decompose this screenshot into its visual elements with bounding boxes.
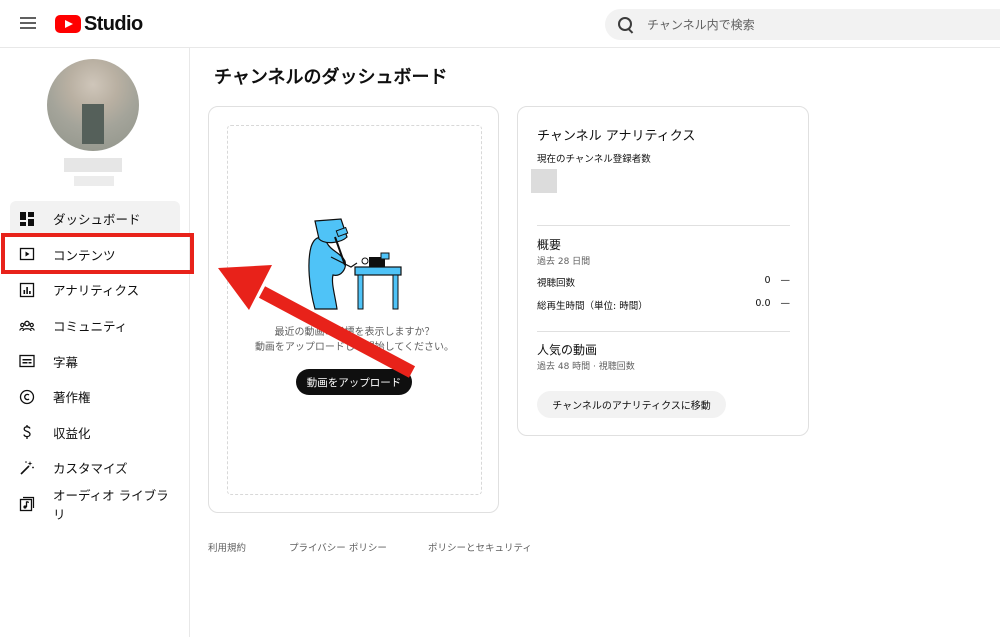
metric-trend: — [780,275,791,286]
dashboard-icon [19,211,35,227]
community-icon [19,318,35,334]
metric-value: 0 [764,275,771,286]
subscribers-label: 現在のチャンネル登録者数 [537,154,651,165]
sidebar-item-dashboard[interactable]: ダッシュボード [10,201,180,237]
copyright-icon [19,389,35,405]
sidebar-item-audio-library[interactable]: オーディオ ライブラリ [10,486,180,522]
top-videos-title: 人気の動画 [537,343,598,357]
divider [537,225,790,226]
upload-message-line2: 動画をアップロードして開始してください。 [254,342,455,353]
channel-avatar[interactable] [47,59,139,151]
metric-trend: — [780,298,791,309]
subscriber-count-blurred [531,169,557,193]
sidebar-item-label: カスタマイズ [53,461,128,477]
upload-video-button[interactable]: 動画をアップロード [296,369,412,395]
subtitles-icon [19,353,35,369]
menu-icon[interactable] [18,14,38,34]
search-input[interactable] [647,17,947,32]
divider [537,331,790,332]
upload-message-line1: 最近の動画の指標を表示しますか？ [274,327,435,338]
sidebar-item-label: オーディオ ライブラリ [53,487,169,522]
channel-handle-blurred [74,176,114,186]
search-bar[interactable] [605,9,1000,40]
go-to-analytics-button[interactable]: チャンネルのアナリティクスに移動 [537,391,726,418]
sidebar-item-monetization[interactable]: 収益化 [10,415,180,451]
channel-name-blurred [64,158,122,172]
footer-link-policy-security[interactable]: ポリシーとセキュリティ [428,540,532,554]
upload-illustration [308,218,402,310]
studio-logo[interactable]: Studio [55,12,143,36]
logo-text: Studio [84,12,143,35]
metric-value: 0.0 [755,298,771,309]
highlight-box-content [1,233,194,274]
sidebar-item-community[interactable]: コミュニティ [10,308,180,344]
sidebar-item-label: アナリティクス [53,283,140,299]
sidebar-item-analytics[interactable]: アナリティクス [10,272,180,308]
metric-row-views: 視聴回数 0 — [537,275,790,289]
magic-wand-icon [19,460,35,476]
top-bar: Studio [0,0,1000,48]
metric-label: 総再生時間（単位: 時間） [537,301,648,312]
sidebar-item-label: コミュニティ [53,319,128,335]
sidebar-item-label: 字幕 [53,354,79,370]
top-videos-meta: 過去 48 時間 · 視聴回数 [537,362,635,372]
footer-link-privacy[interactable]: プライバシー ポリシー [289,540,387,554]
analytics-title: チャンネル アナリティクス [537,129,696,144]
sidebar-item-label: ダッシュボード [53,212,141,228]
sidebar: ダッシュボード コンテンツ アナリティクス コミュニティ 字幕 著作権 収益化 … [0,48,190,637]
sidebar-item-label: 収益化 [53,425,91,441]
search-icon[interactable] [617,16,635,34]
sidebar-item-customization[interactable]: カスタマイズ [10,450,180,486]
audio-library-icon [19,496,35,512]
page-title: チャンネルのダッシュボード [214,67,448,88]
sidebar-item-label: 著作権 [53,390,91,406]
metric-row-watch-time: 総再生時間（単位: 時間） 0.0 — [537,298,790,312]
sidebar-item-subtitles[interactable]: 字幕 [10,343,180,379]
footer-link-terms[interactable]: 利用規約 [208,540,246,554]
summary-title: 概要 [537,238,562,252]
upload-card: 最近の動画の指標を表示しますか？ 動画をアップロードして開始してください。 動画… [208,106,499,513]
summary-period: 過去 28 日間 [537,257,591,267]
metric-label: 視聴回数 [537,278,576,289]
youtube-play-icon [55,15,81,33]
dollar-icon [19,424,35,440]
sidebar-item-copyright[interactable]: 著作権 [10,379,180,415]
channel-analytics-card: チャンネル アナリティクス 現在のチャンネル登録者数 概要 過去 28 日間 視… [517,106,809,436]
analytics-icon [19,282,35,298]
